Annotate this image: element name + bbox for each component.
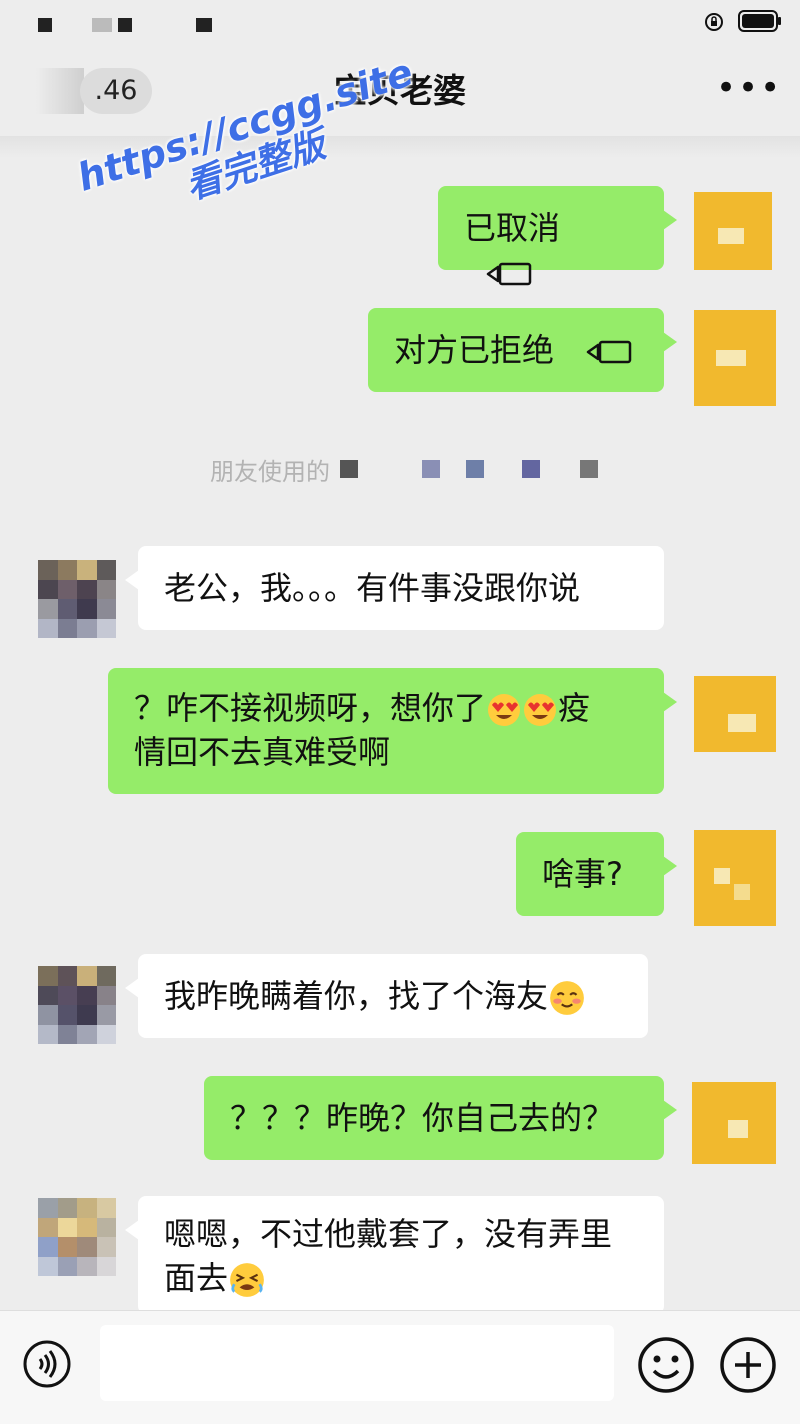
avatar-me[interactable]	[694, 192, 772, 270]
avatar-me[interactable]	[694, 830, 776, 926]
pixelated-text	[522, 460, 540, 478]
status-bar	[0, 0, 800, 48]
message-text: 嗯嗯，不过他戴套了，没有弄里	[164, 1215, 613, 1253]
video-call-icon	[586, 340, 632, 364]
heart-eyes-emoji	[524, 694, 557, 726]
video-call-icon	[486, 262, 532, 286]
blushing-emoji	[550, 981, 584, 1015]
avatar-me[interactable]	[694, 310, 776, 406]
message-bubble-mine[interactable]: ？？？昨晚？你自己去的？	[204, 1076, 677, 1160]
pixelated-signal	[92, 18, 112, 32]
message-text: 啥事?	[542, 855, 623, 893]
pixelated-signal	[118, 18, 132, 32]
message-text: ？咋不接视频呀，想你了	[134, 689, 487, 727]
message-text: 对方已拒绝	[394, 331, 555, 369]
pixelated-text	[422, 460, 440, 478]
message-bubble-mine[interactable]: 啥事?	[516, 832, 677, 916]
message-bubble-mine[interactable]: 对方已拒绝	[368, 308, 677, 392]
message-text: 老公，我。。。有件事没跟你说	[164, 569, 581, 607]
pixelated-text	[580, 460, 598, 478]
message-text: 我昨晚瞒着你，找了个海友	[164, 977, 549, 1015]
avatar-me[interactable]	[694, 676, 776, 752]
system-message: 朋友使用的	[210, 458, 330, 486]
battery-icon	[738, 10, 781, 32]
plus-icon[interactable]	[718, 1335, 778, 1395]
rotation-lock-icon	[705, 13, 723, 31]
message-input[interactable]	[100, 1325, 614, 1401]
tired-face-emoji	[230, 1263, 264, 1297]
pixelated-text	[466, 460, 484, 478]
message-text: 面去	[164, 1259, 229, 1297]
more-options-icon[interactable]: •••	[716, 68, 780, 114]
message-bubble-mine[interactable]: 已取消	[438, 186, 677, 286]
heart-eyes-emoji	[488, 694, 521, 726]
pixelated-text	[340, 460, 358, 478]
message-bubble-her[interactable]: 老公，我。。。有件事没跟你说	[125, 546, 664, 630]
message-line: ？咋不接视频呀，想你了 疫	[134, 686, 638, 730]
message-text: 疫	[558, 689, 591, 727]
pixelated-time	[196, 18, 212, 32]
message-text: 已取消	[464, 209, 561, 247]
message-bubble-mine[interactable]: ？咋不接视频呀，想你了 疫 情回不去真难受啊	[108, 668, 677, 794]
avatar-her[interactable]	[38, 1198, 116, 1276]
avatar-me[interactable]	[692, 1082, 776, 1164]
message-text: 情回不去真难受啊	[134, 733, 391, 771]
message-line: 面去	[164, 1256, 638, 1300]
avatar-her[interactable]	[38, 966, 116, 1044]
message-bubble-her[interactable]: 我昨晚瞒着你，找了个海友	[125, 954, 648, 1038]
input-bar	[0, 1310, 800, 1424]
pixelated-carrier	[38, 18, 52, 32]
avatar-her[interactable]	[38, 560, 116, 638]
message-text: ？？？昨晚？你自己去的？	[230, 1099, 615, 1137]
emoji-icon[interactable]	[636, 1335, 696, 1395]
message-bubble-her[interactable]: 嗯嗯，不过他戴套了，没有弄里 面去	[125, 1196, 664, 1314]
voice-icon[interactable]	[22, 1339, 72, 1389]
